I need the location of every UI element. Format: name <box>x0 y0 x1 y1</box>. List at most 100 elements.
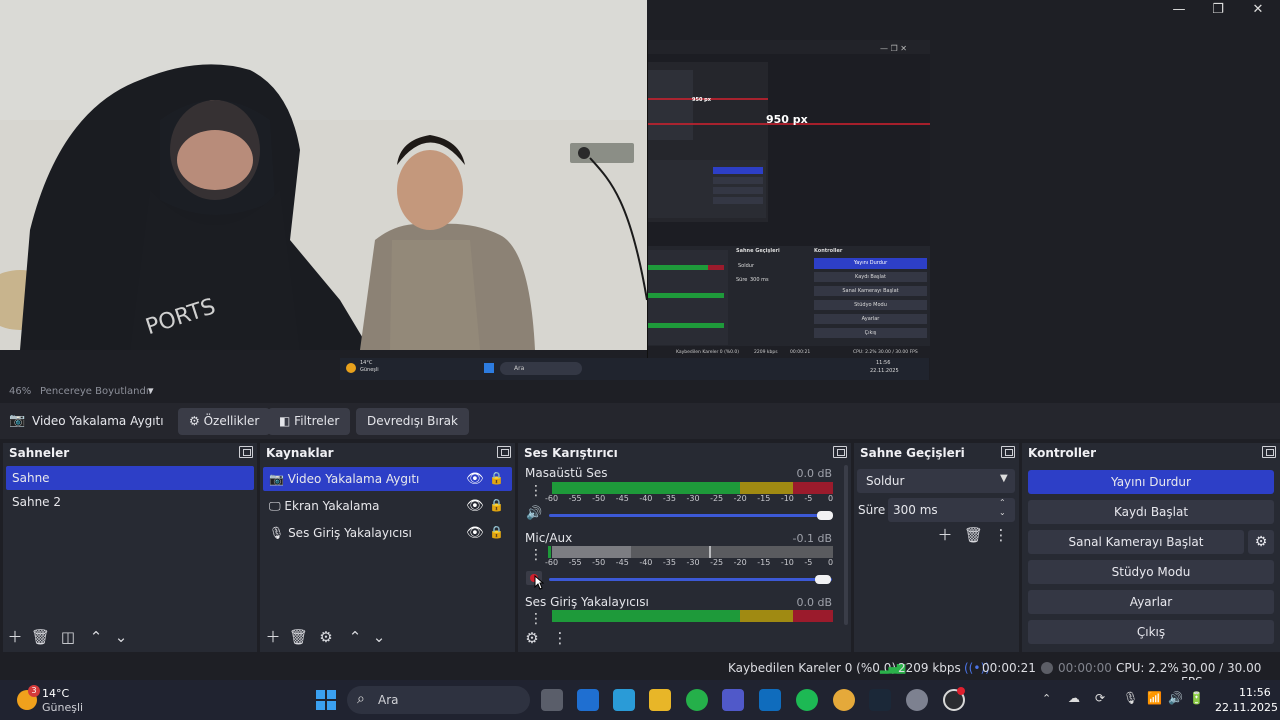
stream-time: 00:00:21 <box>982 661 1036 675</box>
spotify-icon[interactable] <box>796 689 818 711</box>
battery-icon[interactable]: 🔋 <box>1189 691 1204 705</box>
meter-tick-label: -25 <box>710 494 724 503</box>
volume-slider[interactable] <box>549 578 832 581</box>
virtual-camera-settings-button[interactable]: ⚙ <box>1248 530 1274 554</box>
wifi-icon[interactable]: 📶 <box>1147 691 1162 705</box>
microphone-icon[interactable]: 🎙 <box>1123 691 1138 705</box>
source-label: Ses Giriş Yakalayıcısı <box>288 526 412 540</box>
sync-icon[interactable]: ⟳ <box>1095 691 1105 705</box>
meter-red <box>793 482 833 494</box>
eye-icon[interactable]: 👁 <box>466 525 484 541</box>
tray-app-icon[interactable]: ☁ <box>1068 691 1080 705</box>
trash-icon[interactable]: 🗑 <box>31 628 50 646</box>
settings-app-icon[interactable] <box>906 689 928 711</box>
mirror-weather-temp: 14°C <box>360 360 373 366</box>
gear-icon[interactable]: ⚙ <box>317 628 335 646</box>
undock-icon[interactable] <box>1262 446 1276 458</box>
mirror-status-dropped: Kaybedilen Kareler 0 (%0.0) <box>676 350 740 355</box>
lock-icon[interactable]: 🔒 <box>489 525 504 539</box>
meter-tick-label: -40 <box>639 494 653 503</box>
meter-tick-label: -25 <box>710 558 724 567</box>
trash-icon[interactable]: 🗑 <box>289 628 308 646</box>
notepad-icon[interactable] <box>613 689 635 711</box>
deactivate-button[interactable]: Devredışı Bırak <box>356 408 469 435</box>
scenes-title: Sahneler <box>9 446 70 460</box>
windows-start-icon[interactable] <box>316 690 336 710</box>
chevron-down-icon[interactable]: ⌄ <box>370 628 388 646</box>
mirror-status-fps: 30.00 / 30.00 FPS <box>878 350 918 355</box>
mirror-transitions-title: Sahne Geçişleri <box>736 248 780 254</box>
mirror-windows-icon <box>484 363 494 373</box>
chrome-icon[interactable] <box>833 689 855 711</box>
fit-to-window-label[interactable]: Pencereye Boyutlandır <box>40 386 153 397</box>
volume-slider[interactable] <box>549 514 832 517</box>
volume-icon[interactable]: 🔊 <box>1168 691 1183 705</box>
add-icon[interactable]: ＋ <box>936 526 954 544</box>
outlook-icon[interactable] <box>759 689 781 711</box>
minimize-button[interactable]: — <box>1170 2 1188 18</box>
mirror-taskbar: 14°C Güneşli Ara 11:56 22.11.2025 <box>340 358 929 380</box>
scene-item[interactable]: Sahne 2 <box>6 490 254 514</box>
steam-icon[interactable] <box>869 689 891 711</box>
chevron-down-icon[interactable]: ⌄ <box>112 628 130 646</box>
chevron-up-icon[interactable]: ⌃ <box>1042 692 1051 705</box>
undock-icon[interactable] <box>1001 446 1015 458</box>
teams-icon[interactable] <box>722 689 744 711</box>
close-button[interactable]: ✕ <box>1249 2 1267 18</box>
meter-tick-label: -60 <box>545 494 559 503</box>
add-icon[interactable]: ＋ <box>264 628 282 646</box>
add-icon[interactable]: ＋ <box>6 628 24 646</box>
channel-name: Mic/Aux <box>525 531 573 545</box>
meter-tick-label: -45 <box>615 494 629 503</box>
lock-icon[interactable]: 🔒 <box>489 471 504 485</box>
window-titlebar: — ❐ ✕ <box>647 0 1280 40</box>
volume-slider-handle[interactable] <box>815 575 831 584</box>
undock-icon[interactable] <box>497 446 511 458</box>
more-icon[interactable]: ⋮ <box>529 483 543 499</box>
undock-icon[interactable] <box>833 446 847 458</box>
properties-button[interactable]: ⚙ Özellikler <box>178 408 271 435</box>
more-icon[interactable]: ⋮ <box>992 526 1010 544</box>
meter-tick-label: -20 <box>733 558 747 567</box>
file-explorer-icon[interactable] <box>649 689 671 711</box>
store-icon[interactable] <box>577 689 599 711</box>
gear-icon[interactable]: ⚙ <box>523 629 541 647</box>
taskbar-search[interactable]: ⌕ Ara <box>347 686 530 714</box>
increment-icon[interactable]: ⌃ <box>999 498 1006 507</box>
speaker-icon[interactable]: 🔊 <box>526 506 542 521</box>
scene-item[interactable]: Sahne <box>6 466 254 490</box>
more-icon[interactable]: ⋮ <box>529 611 543 627</box>
meter-peak-hold <box>709 546 711 558</box>
undock-icon[interactable] <box>239 446 253 458</box>
transition-select[interactable]: Soldur ▼ <box>857 469 1015 493</box>
studio-mode-button[interactable]: Stüdyo Modu <box>1028 560 1274 584</box>
chevron-up-icon[interactable]: ⌃ <box>346 628 364 646</box>
filters-button[interactable]: ◧ Filtreler <box>268 408 351 435</box>
more-icon[interactable]: ⋮ <box>551 629 569 647</box>
channel-db: -0.1 dB <box>792 532 833 545</box>
filter-icon[interactable]: ◫ <box>59 628 77 646</box>
clock-time[interactable]: 11:56 <box>1239 686 1271 699</box>
exit-button[interactable]: Çıkış <box>1028 620 1274 644</box>
duration-input[interactable]: 300 ms ⌃ ⌄ <box>888 498 1015 522</box>
chevron-down-icon[interactable]: ▾ <box>148 384 154 397</box>
more-icon[interactable]: ⋮ <box>529 547 543 563</box>
volume-slider-handle[interactable] <box>817 511 833 520</box>
chevron-up-icon[interactable]: ⌃ <box>87 628 105 646</box>
task-view-icon[interactable] <box>541 689 563 711</box>
lock-icon[interactable]: 🔒 <box>489 498 504 512</box>
settings-button[interactable]: Ayarlar <box>1028 590 1274 614</box>
clock-date[interactable]: 22.11.2025 <box>1215 701 1278 714</box>
recording-dot-icon <box>957 687 965 695</box>
eye-icon[interactable]: 👁 <box>466 471 484 487</box>
trash-icon[interactable]: 🗑 <box>964 526 983 544</box>
maximize-button[interactable]: ❐ <box>1209 2 1227 18</box>
start-recording-button[interactable]: Kaydı Başlat <box>1028 500 1274 524</box>
decrement-icon[interactable]: ⌄ <box>999 508 1006 517</box>
start-virtual-camera-button[interactable]: Sanal Kamerayı Başlat <box>1028 530 1244 554</box>
eye-icon[interactable]: 👁 <box>466 498 484 514</box>
whatsapp-icon[interactable] <box>686 689 708 711</box>
meter-tick-label: -35 <box>662 494 676 503</box>
properties-label: Özellikler <box>203 414 260 428</box>
stop-stream-button[interactable]: Yayını Durdur <box>1028 470 1274 494</box>
